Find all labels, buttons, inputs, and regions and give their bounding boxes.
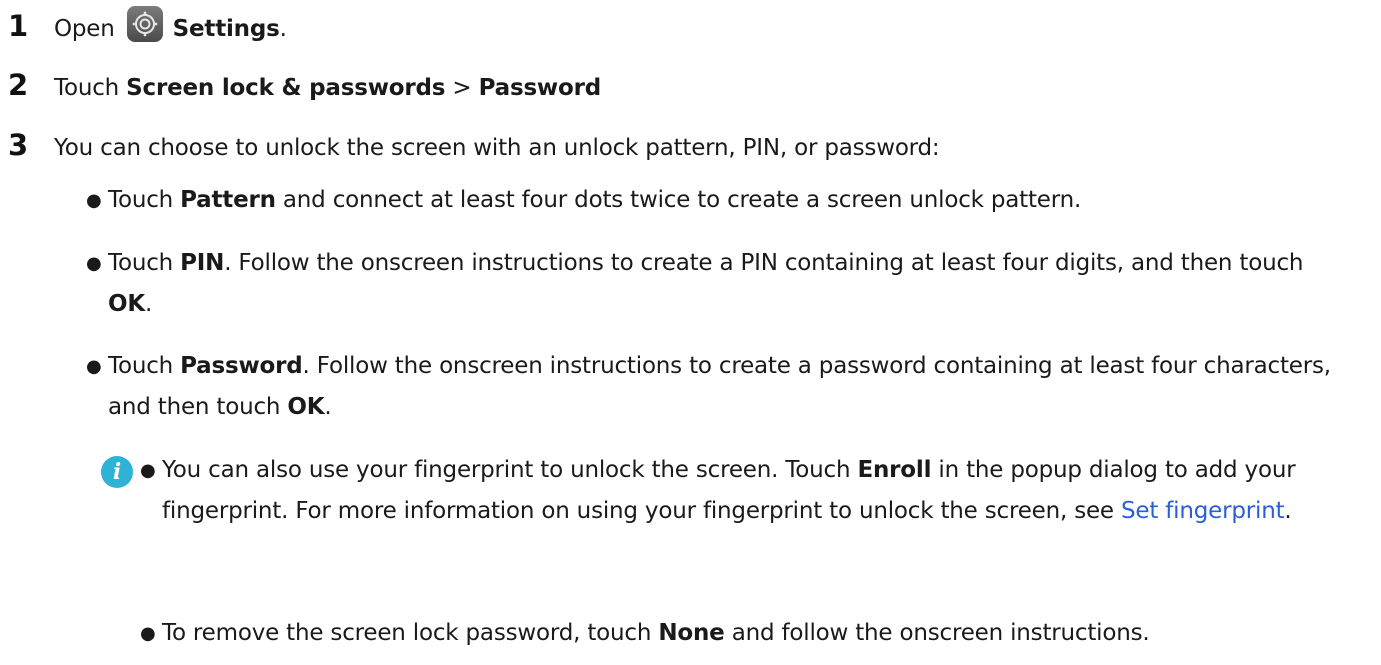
ok-label: OK [287,394,325,420]
set-fingerprint-link[interactable]: Set fingerprint [1121,498,1285,524]
step-1: 1 Open Settings. [8,6,287,43]
password-label: Password [478,75,602,101]
step-3: 3 You can choose to unlock the screen wi… [8,128,940,162]
bullet-text: Touch Password. Follow the onscreen inst… [108,346,1346,428]
settings-gear-icon [126,6,163,42]
settings-label: Settings [172,16,280,42]
bullet-dot: ● [140,623,156,644]
step-number: 3 [8,128,29,162]
enroll-label: Enroll [857,457,932,483]
step-1-period: . [279,16,287,42]
bullet-text-part: Touch [108,250,181,276]
note-fingerprint: ● You can also use your fingerprint to u… [140,450,1340,532]
bullet-dot: ● [86,253,102,274]
screen-lock-label: Screen lock & passwords [126,75,446,101]
bullet-text-part: Touch [108,353,181,379]
bullet-pin: ● Touch PIN. Follow the onscreen instruc… [86,243,1346,325]
step-number: 2 [8,68,29,102]
note-text-part: You can also use your fingerprint to unl… [162,457,858,483]
step-2: 2 Touch Screen lock & passwords > Passwo… [8,68,601,102]
bullet-text-part: . [324,394,332,420]
step-text: You can choose to unlock the screen with… [54,135,940,161]
none-label: None [658,620,725,646]
bullet-text-part: . [144,291,153,317]
step-1-open-text: Open [54,16,115,42]
note-text: To remove the screen lock password, touc… [162,613,1340,654]
step-text: Open Settings. [54,6,287,42]
pattern-label: Pattern [180,187,276,213]
note-text-part: and follow the onscreen instructions. [724,620,1150,646]
note-text-part: . [1284,498,1292,524]
step-text: Touch Screen lock & passwords > Password [54,75,601,101]
note-remove-password: ● To remove the screen lock password, to… [140,613,1340,654]
bullet-dot: ● [86,356,102,377]
bullet-text-part: . Follow the onscreen instructions to cr… [224,250,1304,276]
pin-label: PIN [180,250,225,276]
bullet-text: Touch Pattern and connect at least four … [108,180,1346,221]
path-separator: > [452,75,472,101]
note-text: You can also use your fingerprint to unl… [162,450,1340,532]
bullet-text-part: Touch [108,187,181,213]
note-text-part: To remove the screen lock password, touc… [162,620,659,646]
bullet-dot: ● [140,460,156,481]
step-2-touch-text: Touch [54,75,120,101]
bullet-text-part: and connect at least four dots twice to … [275,187,1082,213]
ok-label: OK [108,291,145,317]
bullet-dot: ● [86,190,102,211]
bullet-pattern: ● Touch Pattern and connect at least fou… [86,180,1346,221]
bullet-password: ● Touch Password. Follow the onscreen in… [86,346,1346,428]
password-option-label: Password [180,353,303,379]
info-icon: i [101,456,133,488]
step-number: 1 [8,9,29,43]
bullet-text: Touch PIN. Follow the onscreen instructi… [108,243,1346,325]
